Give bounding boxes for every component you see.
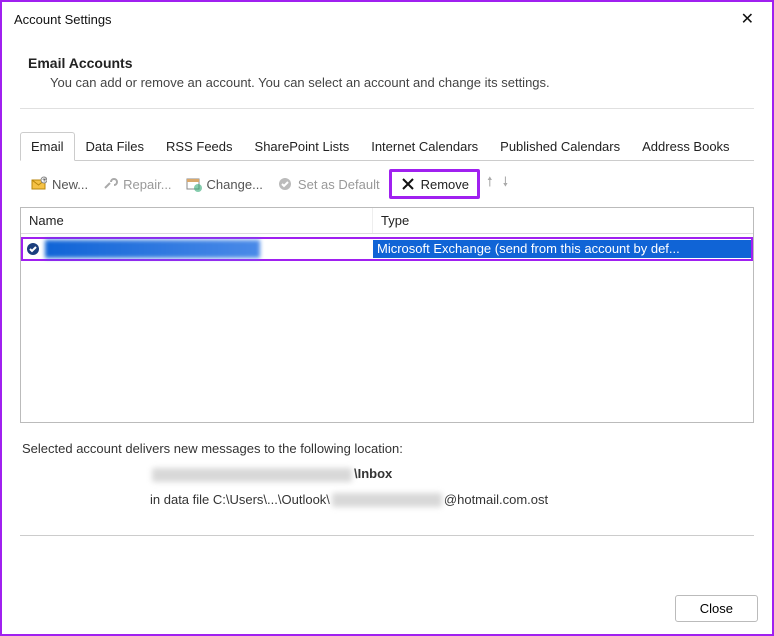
window-title: Account Settings: [14, 12, 112, 27]
tab-data-files[interactable]: Data Files: [75, 132, 156, 161]
close-button[interactable]: Close: [675, 595, 758, 622]
delivery-file-prefix: in data file C:\Users\...\Outlook\: [150, 492, 330, 507]
new-button-label: New...: [52, 177, 88, 192]
svg-text:✳: ✳: [42, 177, 47, 184]
check-circle-icon: [277, 176, 293, 192]
account-name-cell: [43, 240, 373, 258]
heading-subtitle: You can add or remove an account. You ca…: [28, 75, 746, 90]
remove-highlight: Remove: [389, 169, 480, 199]
delivery-intro: Selected account delivers new messages t…: [22, 441, 752, 456]
tab-rss-feeds[interactable]: RSS Feeds: [155, 132, 243, 161]
close-icon[interactable]: ✕: [735, 7, 760, 31]
repair-button-label: Repair...: [123, 177, 171, 192]
set-default-button[interactable]: Set as Default: [272, 173, 385, 195]
col-name-header[interactable]: Name: [21, 208, 373, 233]
delivery-account-redacted: [152, 468, 352, 482]
account-list: Name Type Microsoft Exchange (send from …: [20, 207, 754, 423]
toolbar: ✳ New... Repair... Change... Set as Defa…: [20, 161, 754, 207]
remove-x-icon: [400, 176, 416, 192]
tab-published-calendars[interactable]: Published Calendars: [489, 132, 631, 161]
delivery-info: Selected account delivers new messages t…: [20, 441, 754, 507]
account-type-cell: Microsoft Exchange (send from this accou…: [373, 240, 751, 258]
delivery-suffix: \Inbox: [354, 466, 392, 481]
delivery-file-line: in data file C:\Users\...\Outlook\ @hotma…: [22, 492, 752, 508]
heading-block: Email Accounts You can add or remove an …: [20, 43, 754, 109]
remove-button-label: Remove: [421, 177, 469, 192]
change-icon: [186, 176, 202, 192]
list-header: Name Type: [21, 208, 753, 234]
new-mail-icon: ✳: [31, 176, 47, 192]
remove-button[interactable]: Remove: [395, 173, 474, 195]
move-down-icon[interactable]: 🠗: [500, 173, 512, 195]
default-check-icon: [23, 242, 43, 256]
repair-icon: [102, 176, 118, 192]
set-default-button-label: Set as Default: [298, 177, 380, 192]
col-type-header[interactable]: Type: [373, 208, 753, 233]
divider: [20, 535, 754, 536]
repair-button[interactable]: Repair...: [97, 173, 176, 195]
tab-address-books[interactable]: Address Books: [631, 132, 740, 161]
tab-sharepoint-lists[interactable]: SharePoint Lists: [244, 132, 361, 161]
move-up-icon[interactable]: 🠕: [484, 173, 496, 195]
change-button-label: Change...: [207, 177, 263, 192]
new-button[interactable]: ✳ New...: [26, 173, 93, 195]
change-button[interactable]: Change...: [181, 173, 268, 195]
delivery-location: \Inbox: [22, 466, 752, 482]
heading-title: Email Accounts: [28, 55, 746, 71]
tab-strip: Email Data Files RSS Feeds SharePoint Li…: [20, 131, 754, 161]
delivery-file-redacted: [332, 493, 442, 507]
account-row[interactable]: Microsoft Exchange (send from this accou…: [21, 237, 753, 261]
account-name-redacted: [45, 240, 260, 258]
tab-internet-calendars[interactable]: Internet Calendars: [360, 132, 489, 161]
delivery-file-suffix: @hotmail.com.ost: [444, 492, 548, 507]
tab-email[interactable]: Email: [20, 132, 75, 161]
